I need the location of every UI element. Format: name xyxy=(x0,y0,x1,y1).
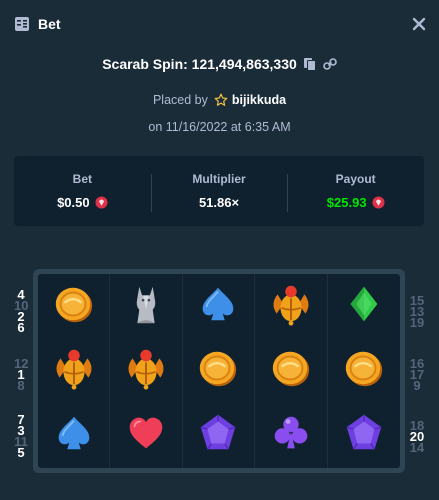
close-icon[interactable] xyxy=(409,14,429,34)
payline-group: 12 1 8 xyxy=(14,357,28,393)
scarab-symbol-icon xyxy=(268,281,314,332)
reel-cell xyxy=(328,403,400,468)
club-symbol-icon xyxy=(268,410,314,461)
scarab-symbol-icon xyxy=(123,345,169,396)
reel-cell xyxy=(255,274,328,339)
reel-cell xyxy=(183,338,256,404)
bet-stats-panel: Bet $0.50 Multiplier 51.86× Payout $25.9… xyxy=(14,156,424,226)
bet-label: Bet xyxy=(72,172,92,186)
bet-slip-icon xyxy=(15,17,29,31)
payline-number: 6 xyxy=(17,320,25,335)
payline-group: 18 20 14 xyxy=(408,419,426,455)
payout-amount: $25.93 xyxy=(326,195,367,210)
spade-symbol-icon xyxy=(51,410,97,461)
bet-value-row: $0.50 xyxy=(14,195,151,210)
reel-cell xyxy=(328,339,400,404)
reel-cell xyxy=(183,274,256,339)
cat-symbol-icon xyxy=(123,281,169,332)
modal-title: Bet xyxy=(38,16,61,32)
coin-symbol-icon xyxy=(51,281,97,332)
reel-cell xyxy=(183,403,256,468)
multiplier-value: 51.86× xyxy=(198,195,240,210)
scarab-symbol-icon xyxy=(51,345,97,396)
gem-icon xyxy=(372,196,385,209)
gem-symbol-icon xyxy=(195,410,241,461)
reel-cell xyxy=(328,274,400,339)
placed-by-label: Placed by xyxy=(152,93,208,107)
bet-stat: Bet $0.50 xyxy=(14,172,151,210)
payline-number: 14 xyxy=(409,439,425,455)
reel-cell xyxy=(38,338,111,404)
reel-cell xyxy=(255,403,328,468)
diamond-symbol-icon xyxy=(341,281,387,332)
payout-label: Payout xyxy=(335,172,376,186)
reel-cell xyxy=(110,274,183,339)
payline-group: 15 13 19 xyxy=(408,294,426,330)
bet-date: on 11/16/2022 at 6:35 AM xyxy=(148,120,291,134)
multiplier-stat: Multiplier 51.86× xyxy=(150,172,288,212)
payline-group: 16 17 9 xyxy=(408,357,426,392)
reel-cell xyxy=(38,274,111,339)
modal-header: Bet xyxy=(0,0,439,48)
star-icon xyxy=(214,93,228,106)
bet-amount: $0.50 xyxy=(57,195,90,210)
reel-cell xyxy=(110,403,183,468)
gem-symbol-icon xyxy=(341,410,387,461)
copy-icon[interactable] xyxy=(303,57,317,71)
reel-cell xyxy=(38,403,111,468)
link-icon[interactable] xyxy=(322,57,337,71)
multiplier-value-row: 51.86× xyxy=(151,195,288,210)
gem-icon xyxy=(95,196,108,209)
payout-value-row: $25.93 xyxy=(287,195,424,210)
payline-number: 8 xyxy=(17,377,25,393)
payline-group: 4 10 2 6 xyxy=(14,288,28,335)
slot-grid xyxy=(38,274,400,468)
spin-id: Scarab Spin: 121,494,863,330 xyxy=(102,56,297,72)
reel-cell xyxy=(255,338,328,404)
heart-symbol-icon xyxy=(123,410,169,461)
payout-stat: Payout $25.93 xyxy=(287,172,424,212)
coin-symbol-icon xyxy=(195,345,241,396)
slot-reels-panel xyxy=(33,269,405,473)
username-link[interactable]: bijikkuda xyxy=(232,93,286,107)
multiplier-label: Multiplier xyxy=(192,172,246,186)
payline-group: 7 3 11 5 xyxy=(14,413,28,459)
placed-by-line: Placed by bijikkuda xyxy=(0,93,439,107)
coin-symbol-icon xyxy=(341,345,387,396)
spin-id-line: Scarab Spin: 121,494,863,330 xyxy=(0,56,439,72)
payline-number: 19 xyxy=(409,314,425,330)
reel-cell xyxy=(110,338,183,404)
coin-symbol-icon xyxy=(268,345,314,396)
spade-symbol-icon xyxy=(195,281,241,332)
